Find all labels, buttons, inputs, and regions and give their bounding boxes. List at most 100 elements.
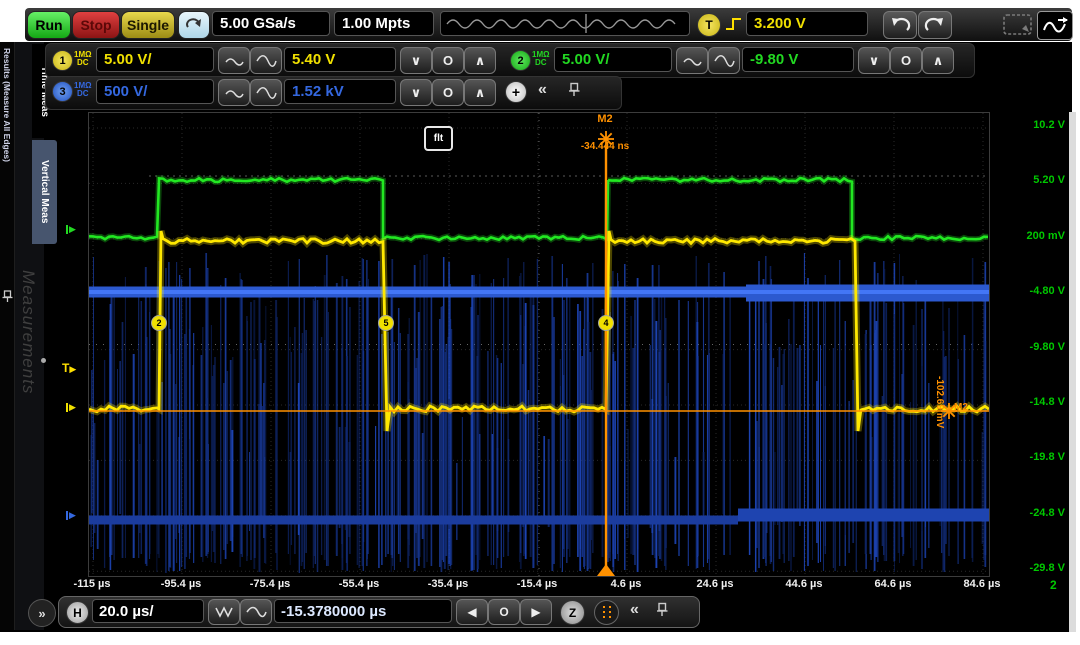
circular-arrow-icon [184, 16, 204, 35]
edge-marker-2[interactable]: 2 [151, 315, 167, 331]
collapse-chevrons-icon[interactable]: « [538, 81, 547, 99]
channel-1-offset-field[interactable]: 5.40 V [284, 47, 396, 72]
channel-1-coupling[interactable]: 1MΩDC [74, 51, 92, 67]
oscilloscope-app: Run Stop Single 5.00 GSa/s 1.00 Mpts T 3… [0, 0, 1080, 645]
axis-channel-indicator: 2 [1050, 578, 1057, 592]
ground-icon [66, 403, 68, 412]
edge-marker-4[interactable]: 4 [598, 315, 614, 331]
add-channel-button[interactable]: + [505, 81, 527, 103]
channel-2-offset-up-button[interactable]: ∧ [922, 47, 954, 74]
channel-2-coupling[interactable]: 1MΩDC [532, 51, 550, 67]
time-label: -15.4 µs [497, 578, 577, 590]
time-label: 4.6 µs [586, 578, 666, 590]
channel-2-badge[interactable]: 2 [510, 50, 531, 71]
results-label: Results (Measure All Edges) [2, 48, 12, 162]
results-sidebar[interactable]: Results (Measure All Edges) [0, 42, 15, 630]
pin-icon[interactable] [2, 290, 13, 308]
single-button[interactable]: Single [121, 11, 175, 39]
channel-1-offset-zero-button[interactable]: O [432, 47, 464, 74]
stop-button[interactable]: Stop [72, 11, 120, 39]
channel-3-coarse-scale-button[interactable] [250, 79, 282, 106]
expand-sidebar-button[interactable]: » [28, 599, 56, 627]
delay-field[interactable]: -15.3780000 µs [274, 599, 452, 623]
channel-2-offset-field[interactable]: -9.80 V [742, 47, 854, 72]
trigger-level-marker[interactable]: T▶ [62, 361, 76, 375]
channel-3-fine-scale-button[interactable] [218, 79, 250, 106]
delay-zero-button[interactable]: O [488, 599, 520, 625]
trigger-source-badge[interactable]: T [697, 13, 721, 37]
channel-2-fine-scale-button[interactable] [676, 47, 708, 74]
channel-2-offset-zero-button[interactable]: O [890, 47, 922, 74]
voltage-label: -24.8 V [995, 507, 1065, 519]
timebase-zoom-out-button[interactable] [208, 599, 240, 625]
delay-right-button[interactable]: ▶ [520, 599, 552, 625]
rectangle-select-icon[interactable] [1002, 13, 1034, 42]
run-button[interactable]: Run [27, 11, 71, 39]
sample-rate-readout: 5.00 GSa/s [212, 11, 330, 36]
timeref-dots-button[interactable] [594, 600, 619, 625]
collapse-chevrons-icon[interactable]: « [630, 601, 639, 619]
tab-vertical-meas[interactable]: Vertical Meas [32, 140, 57, 244]
voltage-label: 200 mV [995, 230, 1065, 242]
trigger-level-field[interactable]: 3.200 V [746, 11, 868, 36]
channel-1-ground-marker[interactable]: ▶ [66, 403, 76, 412]
autoscale-button[interactable] [178, 11, 210, 39]
undo-button[interactable] [883, 11, 917, 39]
trigger-arrow-icon: ▶ [69, 364, 76, 374]
voltage-label: 5.20 V [995, 174, 1065, 186]
dotted-line-icon [603, 606, 605, 620]
time-label: 84.6 µs [942, 578, 1022, 590]
channel-3-offset-up-button[interactable]: ∧ [464, 79, 496, 106]
trigger-edge-icon[interactable] [724, 15, 744, 38]
waveform-preview[interactable] [440, 11, 690, 36]
zoom-mode-button[interactable]: Z [560, 600, 585, 625]
voltage-label: -19.8 V [995, 451, 1065, 463]
ground-icon [66, 511, 68, 520]
time-label: 64.6 µs [853, 578, 933, 590]
timebase-zoom-in-button[interactable] [240, 599, 272, 625]
marker-m2-right-label[interactable]: M2 [954, 402, 968, 413]
channel-1-badge[interactable]: 1 [52, 50, 73, 71]
channel-2-offset-down-button[interactable]: ∨ [858, 47, 890, 74]
waveform-arrow-icon [1041, 16, 1069, 36]
channel-3-coupling[interactable]: 1MΩDC [74, 82, 92, 98]
channel-2-scale-field[interactable]: 5.00 V/ [554, 47, 672, 72]
voltage-label: 10.2 V [995, 119, 1065, 131]
time-label: -75.4 µs [230, 578, 310, 590]
channel-3-ground-marker[interactable]: ▶ [66, 511, 76, 520]
top-toolbar: Run Stop Single 5.00 GSa/s 1.00 Mpts T 3… [25, 8, 1072, 41]
channel-1-coarse-scale-button[interactable] [250, 47, 282, 74]
channel-3-offset-field[interactable]: 1.52 kV [284, 79, 396, 104]
channel-1-offset-up-button[interactable]: ∧ [464, 47, 496, 74]
channel-1-fine-scale-button[interactable] [218, 47, 250, 74]
edge-marker-5[interactable]: 5 [378, 315, 394, 331]
waveform-preview-icon [441, 12, 689, 35]
delay-left-button[interactable]: ◀ [456, 599, 488, 625]
channel-2-coarse-scale-button[interactable] [708, 47, 740, 74]
time-label: 44.6 µs [764, 578, 844, 590]
marker-m2-time-value: -34.444 ns [557, 141, 653, 152]
time-label: -95.4 µs [141, 578, 221, 590]
channel-3-offset-zero-button[interactable]: O [432, 79, 464, 106]
marker-m2-label[interactable]: M2 [575, 113, 635, 125]
pin-icon[interactable] [656, 602, 668, 622]
voltage-label: -14.8 V [995, 396, 1065, 408]
waveform-display[interactable] [88, 112, 990, 577]
channel-1-offset-down-button[interactable]: ∨ [400, 47, 432, 74]
channel-3-badge[interactable]: 3 [52, 81, 73, 102]
timebase-field[interactable]: 20.0 µs/ [92, 599, 204, 623]
redo-button[interactable] [918, 11, 952, 39]
voltage-label: -9.80 V [995, 341, 1065, 353]
channel-2-ground-marker[interactable]: ▶ [66, 225, 76, 234]
waveform-math-button[interactable] [1037, 11, 1073, 40]
marker-m2-voltage-value: -102.69 mV [934, 376, 945, 460]
channel-1-scale-field[interactable]: 5.00 V/ [96, 47, 214, 72]
horizontal-badge[interactable]: H [66, 601, 89, 624]
channel-3-scale-field[interactable]: 500 V/ [96, 79, 214, 104]
filter-badge: flt [424, 126, 453, 151]
sidebar-resize-handle[interactable] [41, 358, 46, 363]
pin-icon[interactable] [568, 82, 580, 102]
right-edge-strip [1069, 112, 1076, 632]
channel-3-offset-down-button[interactable]: ∨ [400, 79, 432, 106]
voltage-label: -4.80 V [995, 285, 1065, 297]
